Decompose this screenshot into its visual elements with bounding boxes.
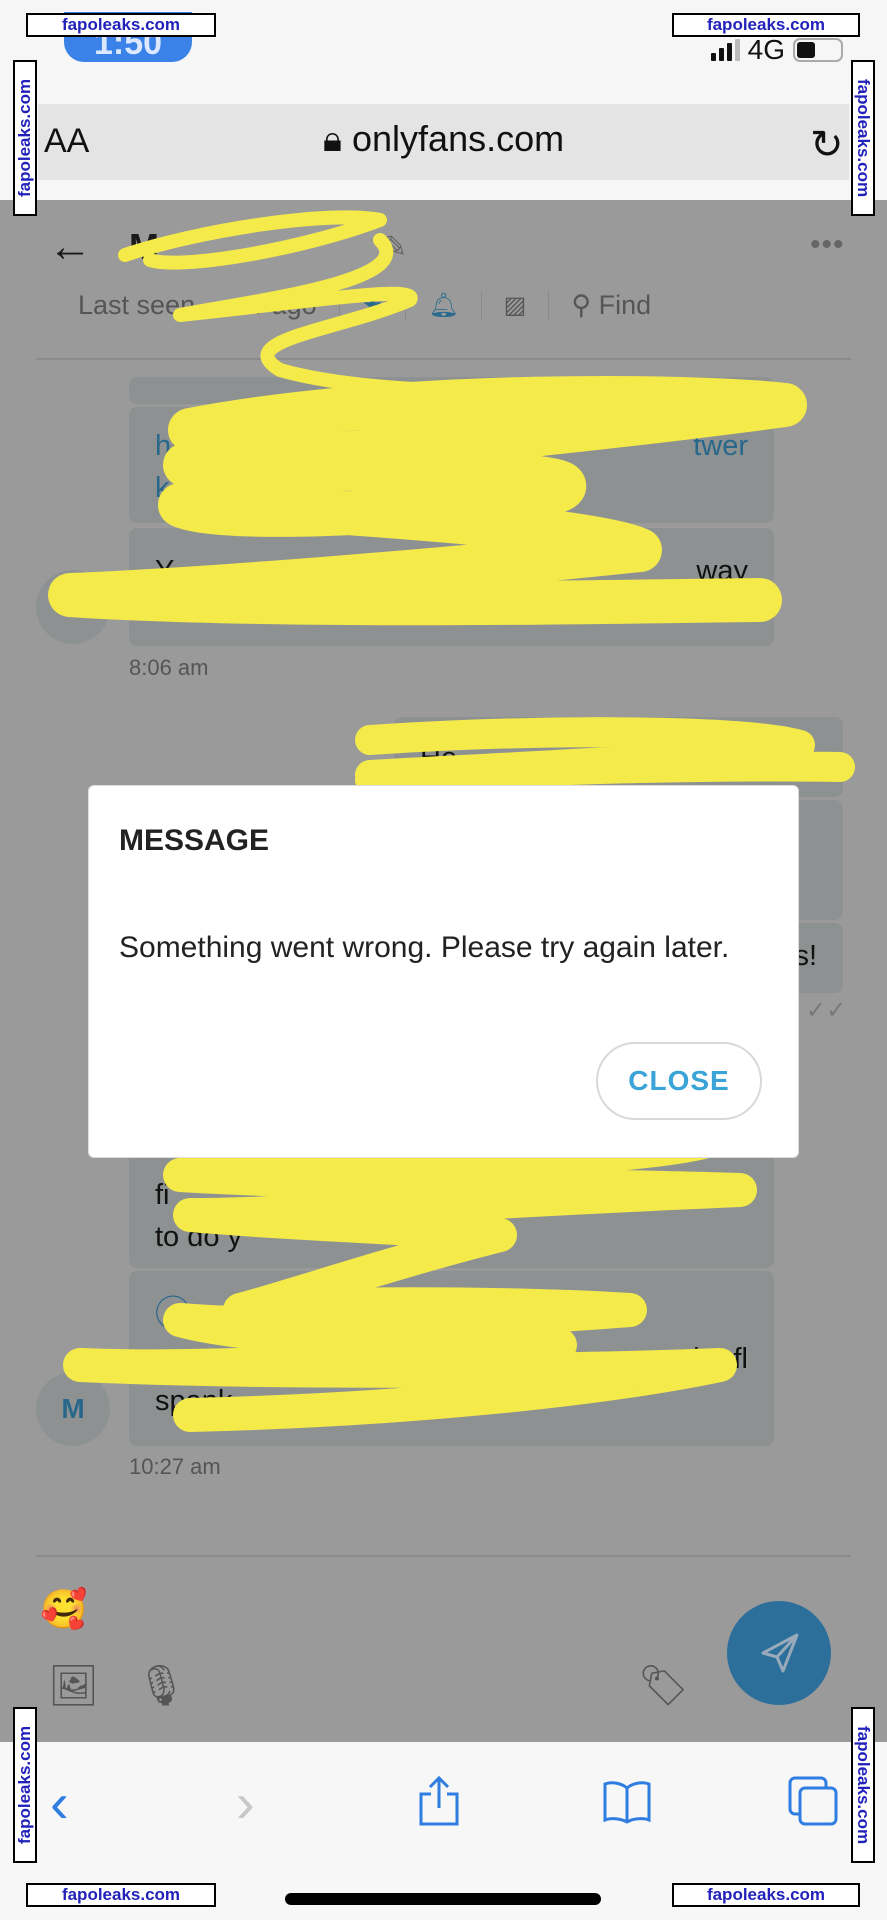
composer-divider xyxy=(36,1555,851,1557)
message-text: fi xyxy=(155,1179,170,1211)
watermark: fapoleaks.com xyxy=(26,13,216,37)
lock-icon: 🔒︎ xyxy=(322,118,353,159)
watermark: fapoleaks.com xyxy=(672,13,860,37)
share-icon[interactable] xyxy=(416,1775,462,1833)
avatar[interactable]: M xyxy=(36,570,110,644)
message-text-cont: to do y xyxy=(155,1221,243,1253)
dialog-title: MESSAGE xyxy=(119,824,270,857)
emoji-button[interactable]: 🥰 xyxy=(40,1588,87,1632)
more-options-icon[interactable]: ••• xyxy=(810,228,845,262)
find-label: Find xyxy=(598,290,652,320)
watermark: fapoleaks.com xyxy=(26,1883,216,1907)
avatar[interactable]: M xyxy=(36,1372,110,1446)
image-upload-icon[interactable]: 🖼︎ xyxy=(48,1662,99,1709)
message-timestamp: 10:27 am xyxy=(129,1454,221,1479)
message-text-end: ll off xyxy=(695,1179,748,1211)
url-text: onlyfans.com xyxy=(352,118,565,159)
message-link-cont[interactable]: k xyxy=(155,472,170,504)
message-timestamp: 8:06 am xyxy=(129,655,209,680)
star-icon[interactable]: ★ xyxy=(362,291,384,320)
watermark: fapoleaks.com xyxy=(13,60,37,216)
reload-icon[interactable]: ↻ xyxy=(810,122,844,168)
last-seen-start: Last seen xyxy=(78,290,196,320)
microphone-icon[interactable]: 🎙︎ xyxy=(136,1662,187,1709)
message-bubble: fi ll off to do y xyxy=(129,1150,774,1268)
close-button[interactable]: CLOSE xyxy=(596,1042,762,1120)
message-text: He xyxy=(420,742,458,774)
watermark: fapoleaks.com xyxy=(851,60,875,216)
tabs-icon[interactable] xyxy=(788,1776,840,1833)
message-bubble: Yway xyxy=(129,528,774,646)
watermark: fapoleaks.com xyxy=(851,1707,875,1863)
price-tag-icon[interactable]: 🏷︎ xyxy=(638,1662,689,1709)
browser-back-icon[interactable]: ‹ xyxy=(50,1770,69,1835)
paper-plane-icon xyxy=(761,1633,799,1673)
back-arrow-icon[interactable]: ← xyxy=(48,222,92,272)
search-icon: ⚲ xyxy=(571,290,599,320)
send-button[interactable] xyxy=(727,1601,831,1705)
battery-icon xyxy=(793,38,843,62)
url-display[interactable]: 🔒︎ onlyfans.com xyxy=(0,118,887,161)
message-bubble xyxy=(129,377,774,404)
message-bubble: ⓢ the fl spank xyxy=(129,1271,774,1446)
message-text-end: way xyxy=(696,555,748,587)
message-text: Y xyxy=(155,555,175,587)
message-text-cont: spank xyxy=(155,1385,233,1417)
home-indicator xyxy=(285,1893,601,1905)
read-checkmark-icon: ✓✓ xyxy=(806,997,847,1024)
watermark: fapoleaks.com xyxy=(13,1707,37,1863)
network-type: 4G xyxy=(747,34,785,65)
chat-title: M xyxy=(129,226,159,267)
message-link-end[interactable]: twer xyxy=(693,425,748,467)
header-divider xyxy=(36,358,851,360)
error-dialog: MESSAGE Something went wrong. Please try… xyxy=(88,785,799,1158)
bell-icon[interactable]: 🔔︎ xyxy=(428,291,458,320)
message-link[interactable]: htt xyxy=(155,430,187,462)
status-indicators: 4G xyxy=(710,34,843,66)
gallery-icon[interactable]: ▨ xyxy=(504,291,527,320)
watermark: fapoleaks.com xyxy=(672,1883,860,1907)
message-bubble: htt twer k xyxy=(129,407,774,523)
last-seen-end: our ago xyxy=(225,290,317,320)
signal-icon xyxy=(710,39,740,61)
find-button[interactable]: ⚲ Find xyxy=(571,290,651,321)
browser-forward-icon: › xyxy=(236,1771,255,1834)
chat-subheader: Last seen our ago ★ 🔔︎ ▨ ⚲ Find xyxy=(78,290,651,321)
tip-icon: ⓢ xyxy=(155,1293,192,1334)
message-text: the fl xyxy=(685,1343,748,1375)
pencil-icon[interactable]: ✎ xyxy=(382,230,407,265)
dialog-message: Something went wrong. Please try again l… xyxy=(119,931,730,964)
bookmarks-icon[interactable] xyxy=(602,1780,652,1829)
